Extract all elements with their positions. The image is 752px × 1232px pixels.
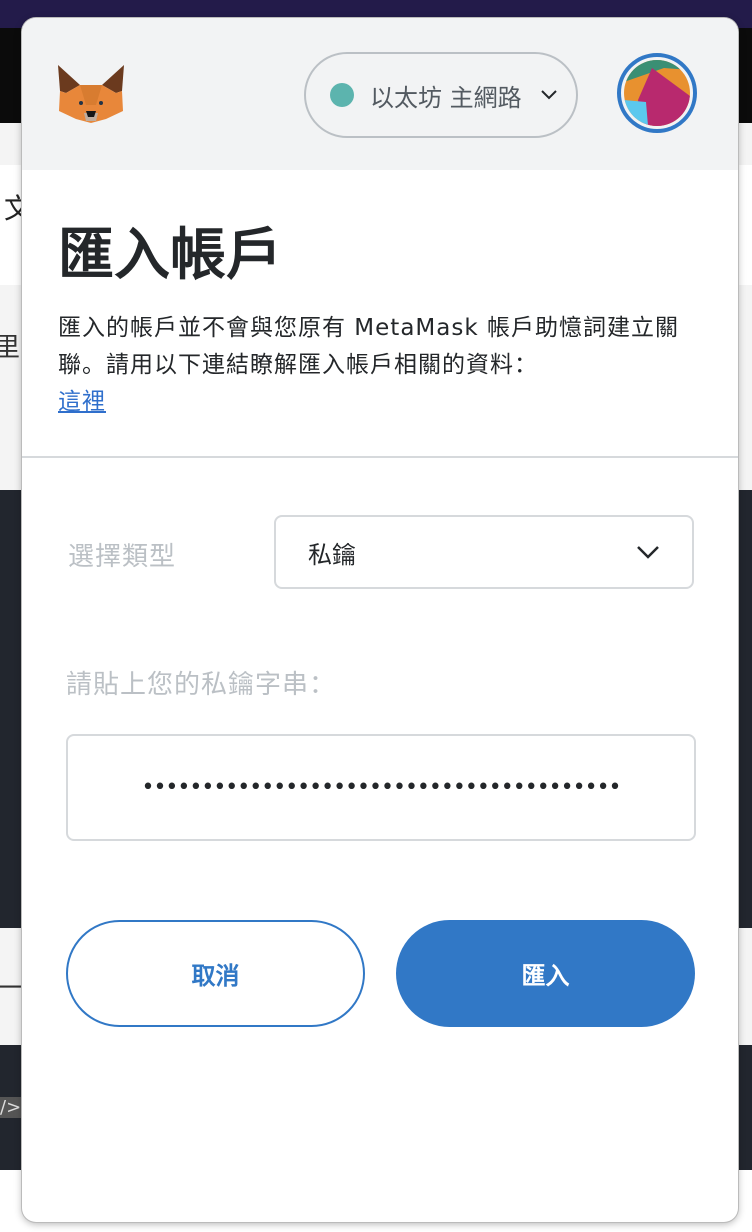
chevron-down-icon: [540, 90, 557, 100]
private-key-input[interactable]: ••••••••••••••••••••••••••••••••••••••••: [66, 734, 696, 841]
cancel-button[interactable]: 取消: [66, 920, 365, 1027]
account-avatar[interactable]: [617, 53, 697, 133]
import-type-value: 私鑰: [308, 540, 356, 569]
network-selector[interactable]: 以太坊 主網路: [304, 52, 578, 138]
identicon-icon: [624, 60, 690, 126]
private-key-value: ••••••••••••••••••••••••••••••••••••••••: [141, 775, 621, 800]
import-button[interactable]: 匯入: [396, 920, 695, 1027]
bg-text: 一: [0, 974, 23, 1004]
metamask-fox-logo: [58, 65, 124, 123]
select-type-label: 選擇類型: [68, 542, 177, 572]
divider: [22, 456, 738, 458]
metamask-popup: 以太坊 主網路 匯入帳戶 匯入的帳戶並不會與您原有 MetaMask 帳戶助憶詞…: [22, 18, 738, 1222]
bg-text: />: [0, 1097, 22, 1118]
network-label: 以太坊 主網路: [370, 83, 522, 112]
private-key-label: 請貼上您的私鑰字串：: [66, 670, 337, 700]
popup-header: 以太坊 主網路: [22, 18, 738, 170]
learn-more-link[interactable]: 這裡: [58, 389, 106, 415]
description-text: 匯入的帳戶並不會與您原有 MetaMask 帳戶助憶詞建立關聯。請用以下連結瞭解…: [58, 315, 679, 378]
network-status-dot-icon: [330, 83, 354, 107]
chevron-down-icon: [637, 546, 659, 559]
import-type-select[interactable]: 私鑰: [274, 515, 694, 589]
import-description: 匯入的帳戶並不會與您原有 MetaMask 帳戶助憶詞建立關聯。請用以下連結瞭解…: [58, 310, 708, 421]
page-title: 匯入帳戶: [58, 223, 282, 288]
